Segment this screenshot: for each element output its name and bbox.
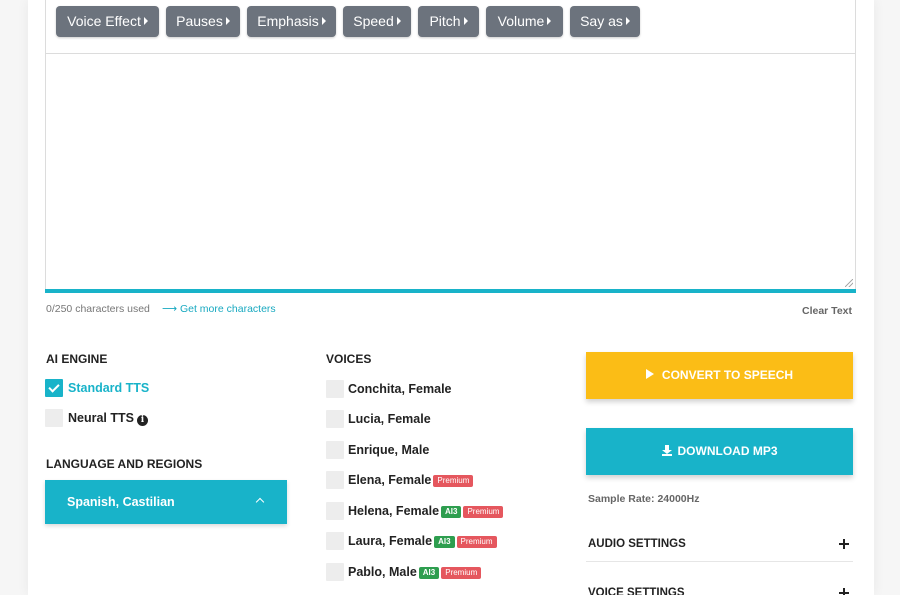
convert-label: CONVERT TO SPEECH: [661, 368, 794, 382]
info-icon[interactable]: i: [137, 415, 148, 426]
volume-label: Volume: [497, 13, 545, 29]
caret-right-icon: [321, 17, 326, 25]
premium-badge: Premium: [441, 567, 482, 579]
plus-icon: [839, 588, 849, 595]
voice-checkbox-helena[interactable]: [326, 502, 344, 520]
voice-name: Lucia, Female: [348, 412, 431, 426]
ai3-badge: AI3: [418, 567, 440, 579]
plus-icon: [839, 539, 849, 549]
chevron-up-icon: [255, 497, 265, 507]
caret-right-icon: [225, 17, 230, 25]
neural-tts-checkbox[interactable]: [45, 409, 63, 427]
sample-rate-text: Sample Rate: 24000Hz: [588, 493, 700, 505]
ssml-toolbar: Voice Effect Pauses Emphasis Speed Pitch…: [46, 0, 855, 54]
voice-name: Conchita, Female: [348, 382, 452, 396]
speed-button[interactable]: Speed: [343, 6, 411, 37]
download-label: DOWNLOAD MP3: [677, 444, 778, 458]
resize-handle[interactable]: [845, 279, 853, 287]
say-as-label: Say as: [580, 13, 623, 29]
caret-right-icon: [463, 17, 468, 25]
voice-checkbox-pablo[interactable]: [326, 563, 344, 581]
voice-name: Elena, Female: [348, 473, 432, 487]
caret-right-icon: [625, 17, 630, 25]
voice-checkbox-elena[interactable]: [326, 471, 344, 489]
download-icon: [661, 445, 672, 456]
emphasis-button[interactable]: Emphasis: [247, 6, 336, 37]
pitch-label: Pitch: [429, 13, 461, 29]
voice-settings-title: VOICE SETTINGS: [588, 587, 685, 595]
standard-tts-checkbox[interactable]: [45, 379, 63, 397]
voice-item-helena[interactable]: Helena, Female AI3 Premium: [348, 504, 504, 518]
voice-item-elena[interactable]: Elena, Female Premium: [348, 473, 474, 487]
voice-checkbox-enrique[interactable]: [326, 441, 344, 459]
language-selected-value: Spanish, Castilian: [67, 495, 175, 509]
voice-name: Pablo, Male: [348, 565, 417, 579]
voices-heading: VOICES: [326, 352, 372, 366]
voice-name: Enrique, Male: [348, 443, 430, 457]
voice-effect-label: Voice Effect: [67, 13, 141, 29]
language-regions-heading: LANGUAGE AND REGIONS: [46, 457, 203, 471]
voice-checkbox-laura[interactable]: [326, 532, 344, 550]
text-input[interactable]: [46, 55, 855, 288]
play-icon: [645, 369, 654, 379]
emphasis-label: Emphasis: [257, 13, 319, 29]
neural-tts-label: Neural TTS: [68, 411, 134, 425]
text-editor: Voice Effect Pauses Emphasis Speed Pitch…: [45, 0, 856, 290]
caret-right-icon: [143, 17, 148, 25]
caret-right-icon: [547, 17, 552, 25]
voice-checkbox-lucia[interactable]: [326, 410, 344, 428]
caret-right-icon: [396, 17, 401, 25]
character-count: 0/250 characters used: [46, 303, 150, 315]
premium-badge: Premium: [456, 536, 497, 548]
pauses-button[interactable]: Pauses: [166, 6, 240, 37]
say-as-button[interactable]: Say as: [570, 6, 640, 37]
voice-settings-accordion[interactable]: VOICE SETTINGS: [586, 575, 853, 595]
voice-item-laura[interactable]: Laura, Female AI3 Premium: [348, 534, 497, 548]
get-more-characters-link[interactable]: ⟶ Get more characters: [162, 303, 276, 315]
voice-name: Laura, Female: [348, 534, 433, 548]
ai3-badge: AI3: [434, 536, 455, 548]
download-mp3-button[interactable]: DOWNLOAD MP3: [586, 428, 853, 475]
voice-item-pablo[interactable]: Pablo, Male AI3 Premium: [348, 565, 482, 579]
voice-item-enrique[interactable]: Enrique, Male: [348, 443, 429, 457]
voice-name: Helena, Female: [348, 504, 440, 518]
ai-engine-heading: AI ENGINE: [46, 352, 108, 366]
volume-button[interactable]: Volume: [486, 6, 563, 37]
pitch-button[interactable]: Pitch: [418, 6, 479, 37]
audio-settings-title: AUDIO SETTINGS: [588, 538, 686, 550]
voice-effect-button[interactable]: Voice Effect: [56, 6, 159, 37]
voice-checkbox-conchita[interactable]: [326, 380, 344, 398]
neural-tts-option[interactable]: Neural TTS i: [68, 411, 148, 426]
standard-tts-label[interactable]: Standard TTS: [68, 381, 149, 395]
ai3-badge: AI3: [441, 506, 462, 518]
premium-badge: Premium: [433, 475, 474, 487]
voice-item-lucia[interactable]: Lucia, Female: [348, 412, 431, 426]
pauses-label: Pauses: [176, 13, 223, 29]
clear-text-button[interactable]: Clear Text: [802, 305, 852, 317]
language-select[interactable]: Spanish, Castilian: [45, 480, 287, 524]
audio-settings-accordion[interactable]: AUDIO SETTINGS: [586, 526, 853, 562]
voice-item-conchita[interactable]: Conchita, Female: [348, 382, 452, 396]
character-progress-bar: [45, 289, 856, 293]
premium-badge: Premium: [463, 506, 504, 518]
speed-label: Speed: [353, 13, 394, 29]
convert-to-speech-button[interactable]: CONVERT TO SPEECH: [586, 352, 853, 399]
